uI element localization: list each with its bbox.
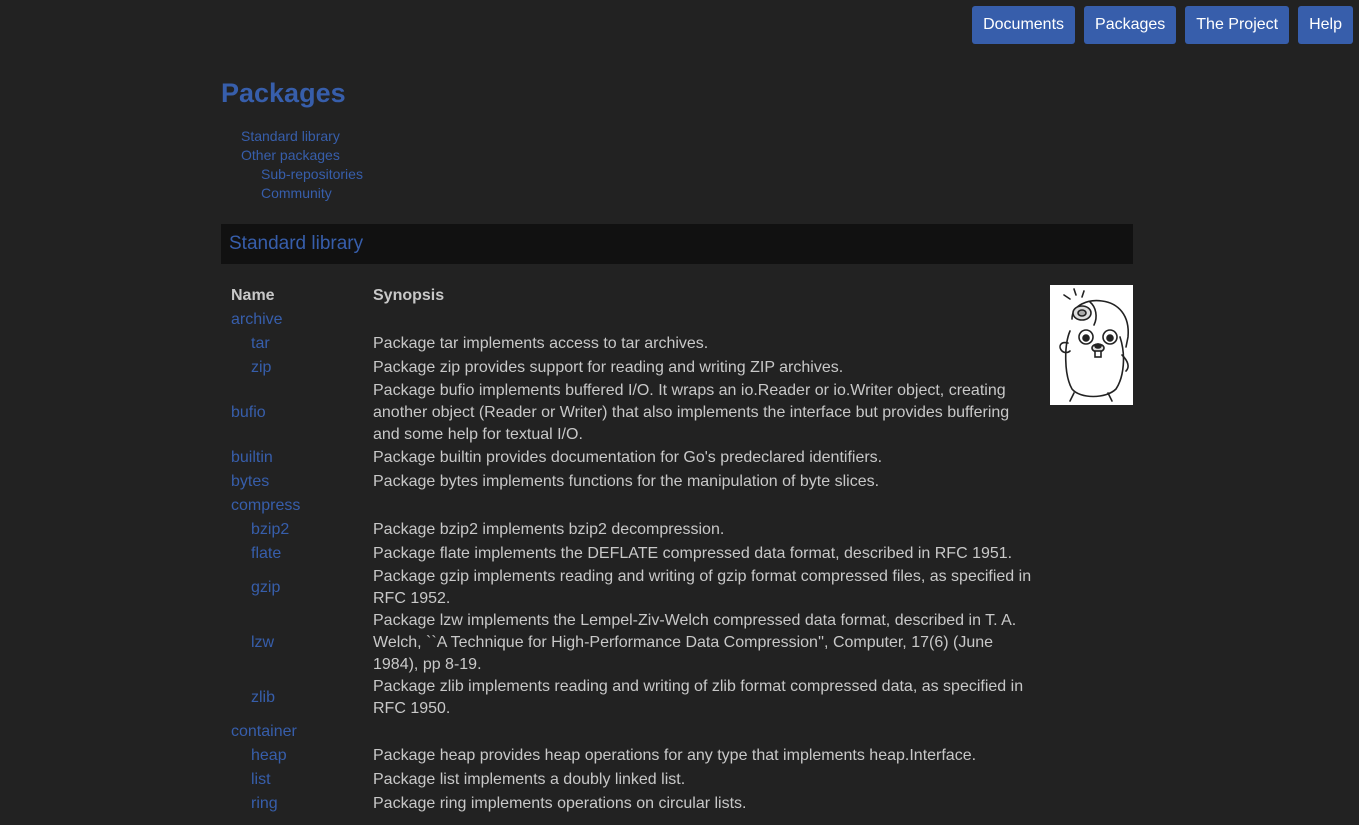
page-title: Packages [221,78,346,108]
package-link-flate[interactable]: flate [251,545,281,562]
package-link-bufio[interactable]: bufio [231,404,266,421]
name-cell: list [221,771,373,789]
name-cell: container [221,723,373,741]
toc-link-sub-repositories[interactable]: Sub-repositories [261,166,363,182]
synopsis-cell: Package bufio implements buffered I/O. I… [373,382,1010,443]
toc-item: Community [241,184,363,203]
package-link-bytes[interactable]: bytes [231,473,269,490]
table-header-row: Name Synopsis [221,284,1033,308]
nav-packages-button[interactable]: Packages [1084,6,1177,44]
toc-link-other-packages[interactable]: Other packages [241,147,340,163]
nav-help-button[interactable]: Help [1298,6,1353,44]
table-row: heap Package heap provides heap operation… [221,744,1033,768]
table-row: zip Package zip provides support for read… [221,356,1033,380]
synopsis-cell: Package zip provides support for reading… [373,359,844,376]
package-link-lzw[interactable]: lzw [251,634,274,651]
name-cell: bzip2 [221,521,373,539]
name-cell: gzip [221,579,373,597]
package-link-bzip2[interactable]: bzip2 [251,521,289,538]
table-row: container [221,720,1033,744]
package-link-list[interactable]: list [251,771,271,788]
synopsis-cell: Package flate implements the DEFLATE com… [373,545,1013,562]
table-row: bytes Package bytes implements functions … [221,470,1033,494]
synopsis-cell: Package bytes implements functions for t… [373,473,880,490]
table-row: builtin Package builtin provides document… [221,446,1033,470]
name-cell: lzw [221,634,373,652]
table-row: ring Package ring implements operations o… [221,792,1033,816]
toc-link-community[interactable]: Community [261,185,332,201]
name-cell: tar [221,335,373,353]
package-link-zip[interactable]: zip [251,359,271,376]
package-link-builtin[interactable]: builtin [231,449,273,466]
name-cell: zip [221,359,373,377]
package-link-gzip[interactable]: gzip [251,579,280,596]
name-cell: bytes [221,473,373,491]
name-cell: bufio [221,404,373,422]
package-link-tar[interactable]: tar [251,335,270,352]
toc-link-standard-library[interactable]: Standard library [241,128,340,144]
table-row: gzip Package gzip implements reading and … [221,566,1033,610]
table-row: tar Package tar implements access to tar … [221,332,1033,356]
name-cell: compress [221,497,373,515]
synopsis-cell: Package lzw implements the Lempel-Ziv-We… [373,612,1017,673]
table-row: zlib Package zlib implements reading and … [221,676,1033,720]
nav-documents-button[interactable]: Documents [972,6,1076,44]
synopsis-cell: Package ring implements operations on ci… [373,795,747,812]
name-column-header: Name [231,287,275,304]
synopsis-cell: Package gzip implements reading and writ… [373,568,1032,607]
section-header-standard-library: Standard library [221,224,1133,264]
table-row: bufio Package bufio implements buffered I… [221,380,1033,446]
gopher-mascot-image [1050,285,1133,405]
table-row: archive [221,308,1033,332]
package-link-heap[interactable]: heap [251,747,287,764]
synopsis-cell: Package tar implements access to tar arc… [373,335,709,352]
synopsis-cell: Package builtin provides documentation f… [373,449,883,466]
synopsis-cell: Package list implements a doubly linked … [373,771,686,788]
name-cell: flate [221,545,373,563]
gopher-icon [1059,288,1129,402]
synopsis-column-header: Synopsis [373,287,445,304]
package-table: Name Synopsis archive tar Package tar impl… [221,284,1033,816]
top-navigation: Documents Packages The Project Help [972,6,1353,44]
toc-item: Sub-repositories [241,165,363,184]
synopsis-cell: Package heap provides heap operations fo… [373,747,977,764]
table-row: list Package list implements a doubly lin… [221,768,1033,792]
nav-the-project-button[interactable]: The Project [1185,6,1290,44]
package-link-compress[interactable]: compress [231,497,300,514]
table-of-contents: Standard library Other packages Sub-reposi… [241,127,363,203]
toc-item: Other packages [241,146,363,165]
synopsis-cell: Package zlib implements reading and writ… [373,678,1024,717]
name-cell: ring [221,795,373,813]
package-link-archive[interactable]: archive [231,311,283,328]
name-cell: archive [221,311,373,329]
name-cell: zlib [221,689,373,707]
name-cell: heap [221,747,373,765]
toc-item: Standard library [241,127,363,146]
synopsis-cell: Package bzip2 implements bzip2 decompres… [373,521,725,538]
package-link-zlib[interactable]: zlib [251,689,275,706]
name-cell: builtin [221,449,373,467]
package-link-ring[interactable]: ring [251,795,278,812]
package-link-container[interactable]: container [231,723,297,740]
table-row: flate Package flate implements the DEFLAT… [221,542,1033,566]
table-row: compress [221,494,1033,518]
table-row: bzip2 Package bzip2 implements bzip2 deco… [221,518,1033,542]
table-row: lzw Package lzw implements the Lempel-Ziv… [221,610,1033,676]
